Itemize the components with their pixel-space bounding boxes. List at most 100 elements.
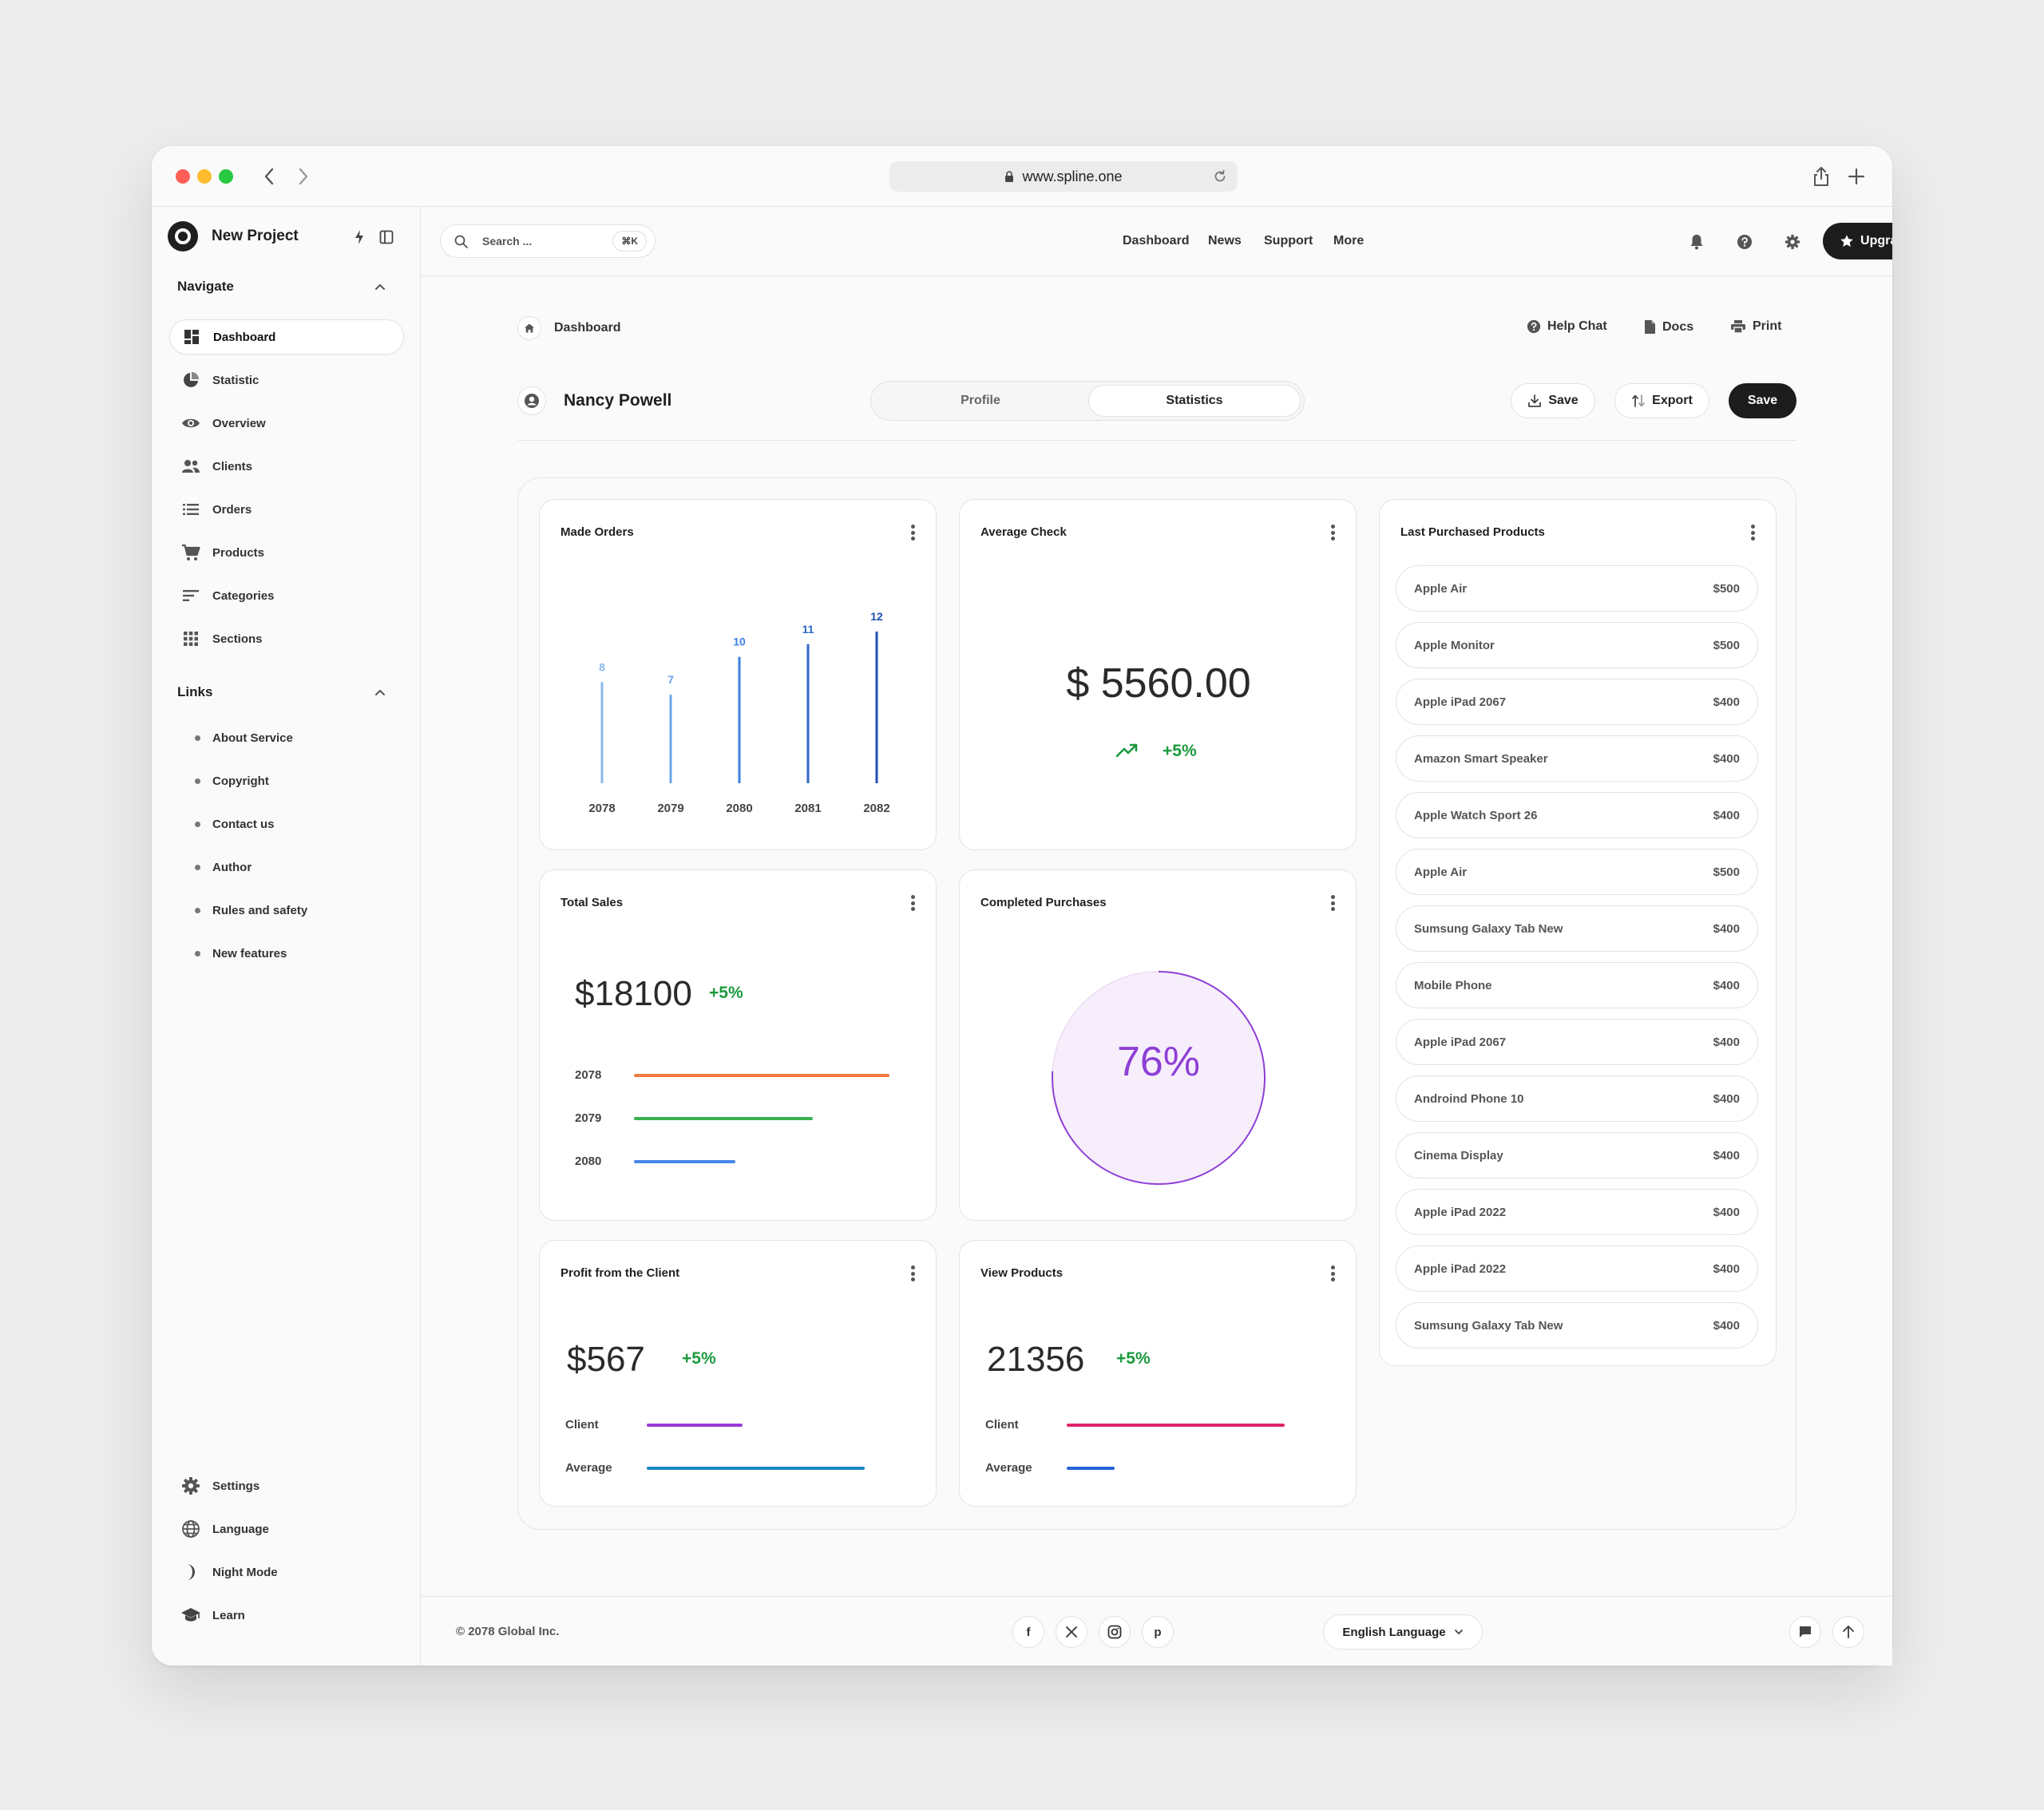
breadcrumb-current[interactable]: Dashboard	[554, 321, 621, 335]
save-button[interactable]: Save	[1729, 383, 1796, 418]
completed-purchases-card: Completed Purchases 76%	[959, 869, 1357, 1221]
product-item[interactable]: Apple iPad 2022 $400	[1396, 1189, 1758, 1235]
x-tick-label: 2081	[794, 802, 821, 815]
product-price: $400	[1713, 1036, 1740, 1049]
bar-value-label: 12	[870, 610, 883, 623]
product-price: $400	[1713, 922, 1740, 936]
product-item[interactable]: Apple Air $500	[1396, 849, 1758, 895]
product-item[interactable]: Mobile Phone $400	[1396, 962, 1758, 1008]
product-name: Apple Watch Sport 26	[1414, 809, 1538, 822]
card-title: Last Purchased Products	[1400, 525, 1545, 539]
copyright-text: © 2078 Global Inc.	[456, 1625, 560, 1638]
main-content: Dashboard Help Chat Docs Print Nancy Pow…	[152, 146, 1892, 1665]
product-item[interactable]: Cinema Display $400	[1396, 1132, 1758, 1178]
more-vertical-icon[interactable]	[1325, 522, 1341, 543]
printer-icon	[1731, 320, 1745, 334]
bar-2079	[669, 695, 672, 783]
export-label: Export	[1652, 394, 1693, 407]
average-check-delta: +5%	[1163, 742, 1197, 760]
product-name: Amazon Smart Speaker	[1414, 752, 1548, 766]
chat-icon[interactable]	[1789, 1616, 1821, 1648]
sales-row-label: 2080	[575, 1155, 602, 1168]
card-title: View Products	[980, 1266, 1064, 1280]
export-button[interactable]: Export	[1614, 383, 1709, 418]
product-name: Apple iPad 2067	[1414, 1036, 1507, 1049]
profit-progress-bar	[647, 1467, 865, 1470]
view-products-card: View Products 21356 +5% Client Average	[959, 1240, 1357, 1507]
product-item[interactable]: Apple iPad 2022 $400	[1396, 1246, 1758, 1292]
product-item[interactable]: Amazon Smart Speaker $400	[1396, 735, 1758, 782]
product-item[interactable]: Sumsung Galaxy Tab New $400	[1396, 1302, 1758, 1349]
average-check-card: Average Check $ 5560.00 +5%	[959, 499, 1357, 850]
product-name: Sumsung Galaxy Tab New	[1414, 922, 1563, 936]
made-orders-chart: 8 2078 7 2079 10 2080 11 2081 12 2082	[588, 610, 889, 815]
document-icon	[1645, 320, 1655, 334]
last-purchased-card: Last Purchased Products Apple Air $500 Ap…	[1379, 499, 1777, 1366]
product-price: $500	[1713, 582, 1740, 596]
product-item[interactable]: Apple iPad 2067 $400	[1396, 1019, 1758, 1065]
product-item[interactable]: Apple Monitor $500	[1396, 622, 1758, 668]
product-item[interactable]: Apple Watch Sport 26 $400	[1396, 792, 1758, 838]
product-name: Apple Air	[1414, 865, 1468, 879]
bar-value-label: 7	[667, 673, 674, 686]
x-tick-label: 2082	[863, 802, 889, 815]
language-select[interactable]: English Language	[1323, 1614, 1483, 1650]
product-item[interactable]: Apple iPad 2067 $400	[1396, 679, 1758, 725]
view-products-value: 21356	[987, 1340, 1085, 1379]
arrow-up-icon[interactable]	[1832, 1616, 1864, 1648]
profit-client-card: Profit from the Client $567 +5% Client A…	[539, 1240, 937, 1507]
views-row-label: Client	[985, 1418, 1019, 1432]
save-outline-button[interactable]: Save	[1511, 383, 1595, 418]
more-vertical-icon[interactable]	[905, 893, 921, 913]
views-row-label: Average	[985, 1461, 1032, 1475]
stats-panel: Made Orders 8 2078 7 2079 10 2080 11 2081 12 2082…	[517, 477, 1796, 1530]
print-link[interactable]: Print	[1730, 319, 1781, 334]
tab-statistics[interactable]: Statistics	[1088, 385, 1301, 417]
more-vertical-icon[interactable]	[1745, 522, 1761, 543]
profit-row-label: Client	[565, 1418, 599, 1432]
bar-2081	[806, 644, 810, 783]
product-item[interactable]: Sumsung Galaxy Tab New $400	[1396, 905, 1758, 952]
x-tick-label: 2080	[726, 802, 752, 815]
total-sales-delta: +5%	[709, 984, 743, 1002]
total-sales-value: $18100	[575, 974, 692, 1013]
view-products-delta: +5%	[1116, 1349, 1151, 1368]
sales-row-label: 2079	[575, 1111, 602, 1125]
download-icon	[1528, 394, 1542, 407]
made-orders-card: Made Orders 8 2078 7 2079 10 2080 11 2081 12 2082	[539, 499, 937, 850]
bar-2082	[875, 632, 878, 783]
help-chat-label: Help Chat	[1547, 319, 1607, 333]
more-vertical-icon[interactable]	[1325, 1263, 1341, 1284]
product-name: Apple iPad 2067	[1414, 695, 1507, 709]
tab-profile[interactable]: Profile	[874, 385, 1087, 417]
product-item[interactable]: Androind Phone 10 $400	[1396, 1075, 1758, 1122]
home-icon[interactable]	[517, 316, 541, 340]
x-tick-label: 2078	[588, 802, 615, 815]
profile-name: Nancy Powell	[564, 391, 672, 410]
product-price: $400	[1713, 809, 1740, 822]
product-price: $400	[1713, 1149, 1740, 1162]
instagram-icon[interactable]	[1099, 1616, 1131, 1648]
help-chat-link[interactable]: Help Chat	[1527, 319, 1607, 334]
product-price: $400	[1713, 752, 1740, 766]
pinterest-icon[interactable]: p	[1142, 1616, 1174, 1648]
trending-up-icon	[1115, 743, 1139, 758]
section-divider	[517, 440, 1796, 441]
facebook-icon[interactable]: f	[1012, 1616, 1044, 1648]
save-outline-label: Save	[1548, 394, 1579, 407]
sort-arrows-icon	[1632, 394, 1646, 407]
help-icon	[1527, 319, 1541, 334]
views-progress-bar	[1067, 1424, 1285, 1427]
total-sales-card: Total Sales $18100 +5% 2078 2079 2080	[539, 869, 937, 1221]
bar-2078	[600, 682, 604, 783]
product-price: $400	[1713, 1262, 1740, 1276]
docs-link[interactable]: Docs	[1644, 319, 1693, 335]
bar-value-label: 11	[802, 623, 814, 636]
product-price: $400	[1713, 695, 1740, 709]
product-item[interactable]: Apple Air $500	[1396, 565, 1758, 612]
average-check-value: $ 5560.00	[1066, 660, 1251, 707]
more-vertical-icon[interactable]	[905, 1263, 921, 1284]
x-tick-label: 2079	[657, 802, 683, 815]
bar-value-label: 10	[733, 636, 746, 648]
x-icon[interactable]	[1056, 1616, 1087, 1648]
